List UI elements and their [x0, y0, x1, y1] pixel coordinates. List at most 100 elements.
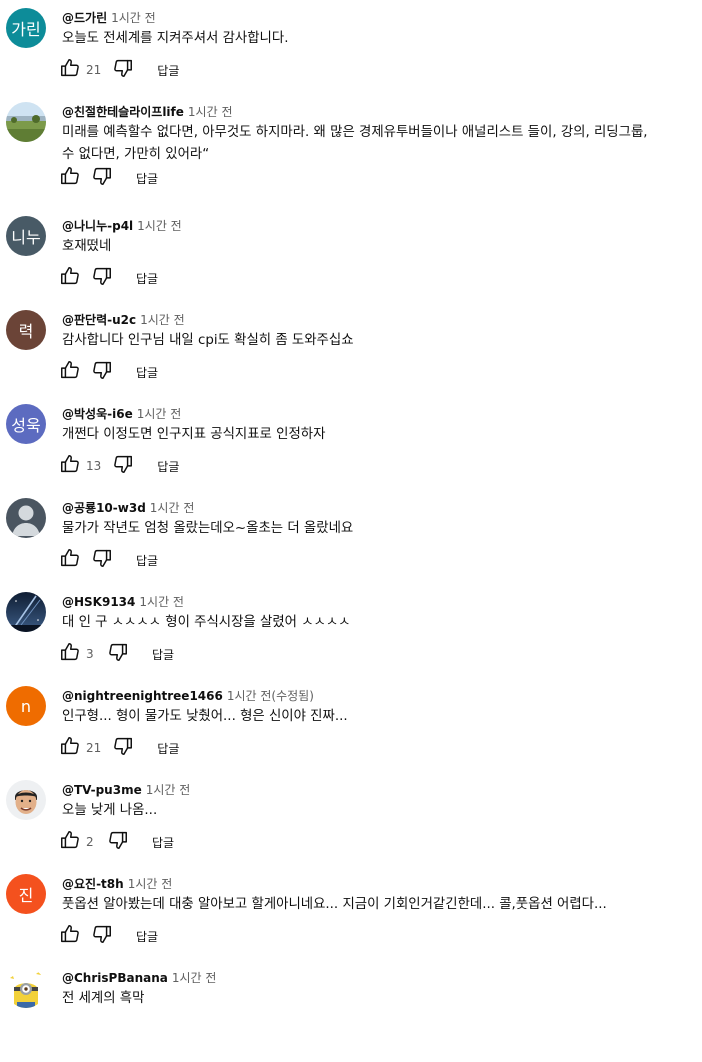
dislike-button[interactable] — [88, 264, 116, 292]
thumbs-up-icon — [59, 265, 81, 291]
comment-timestamp[interactable]: 1시간 전(수정됨) — [227, 689, 314, 703]
reply-button[interactable]: 답글 — [151, 454, 185, 479]
avatar-initials: 가린 — [11, 20, 41, 39]
author-name[interactable]: @요진-t8h — [62, 877, 124, 891]
like-button[interactable] — [56, 922, 84, 950]
dislike-button[interactable] — [109, 452, 137, 480]
avatar[interactable] — [6, 102, 46, 142]
comment-actions: 2 답글 — [56, 828, 180, 856]
like-button[interactable] — [56, 734, 84, 762]
avatar[interactable]: 진 — [6, 874, 46, 914]
thumbs-down-icon — [112, 453, 134, 479]
comment-item: @공룡10-w3d 1시간 전 물가가 작년도 엄청 올랐는데오~올초는 더 올랐네… — [0, 498, 702, 592]
author-name[interactable]: @ChrisPBanana — [62, 971, 168, 985]
avatar-image — [6, 498, 46, 538]
comment-text: 미래를 예측할수 없다면, 아무것도 하지마라. 왜 많은 경제유투버들이나 애… — [62, 125, 648, 162]
avatar[interactable] — [6, 498, 46, 538]
dislike-button[interactable] — [104, 828, 132, 856]
dislike-button[interactable] — [88, 922, 116, 950]
thumbs-down-icon — [112, 57, 134, 83]
reply-button[interactable]: 답글 — [130, 548, 164, 573]
comment-item: 가린 @드가린 1시간 전오늘도 전세계를 지켜주셔서 감사합니다. 21 답글 — [0, 8, 702, 102]
comment-timestamp[interactable]: 1시간 전 — [188, 105, 233, 119]
comment-item: @친절한테슬라이프life 1시간 전미래를 예측할수 없다면, 아무것도 하지마… — [0, 102, 702, 196]
comment-timestamp[interactable]: 1시간 전 — [128, 877, 173, 891]
like-button[interactable] — [56, 828, 84, 856]
comment-actions: 13 답글 — [56, 452, 185, 480]
reply-button[interactable]: 답글 — [151, 58, 185, 83]
avatar[interactable] — [6, 968, 46, 1008]
avatar[interactable]: 력 — [6, 310, 46, 350]
thumbs-down-icon — [107, 829, 129, 855]
comment-timestamp[interactable]: 1시간 전 — [150, 501, 195, 515]
comment-timestamp[interactable]: 1시간 전 — [172, 971, 217, 985]
comment-header: @판단력-u2c 1시간 전 — [62, 310, 185, 328]
avatar-image — [6, 780, 46, 820]
thumbs-up-icon — [59, 829, 81, 855]
reply-button[interactable]: 답글 — [130, 166, 164, 191]
author-name[interactable]: @나니누-p4l — [62, 219, 133, 233]
thumbs-down-icon — [112, 735, 134, 761]
comment-timestamp[interactable]: 1시간 전 — [137, 219, 182, 233]
thumbs-down-icon — [91, 165, 113, 191]
comment-header: @공룡10-w3d 1시간 전 — [62, 498, 194, 516]
comment-header: @친절한테슬라이프life 1시간 전 — [62, 102, 233, 120]
reply-button[interactable]: 답글 — [146, 642, 180, 667]
avatar[interactable]: 성욱 — [6, 404, 46, 444]
comment-timestamp[interactable]: 1시간 전 — [111, 11, 156, 25]
author-name[interactable]: @공룡10-w3d — [62, 501, 146, 515]
like-button[interactable] — [56, 358, 84, 386]
comment-actions: 답글 — [56, 164, 164, 192]
comment-timestamp[interactable]: 1시간 전 — [140, 313, 185, 327]
reply-button[interactable]: 답글 — [130, 924, 164, 949]
comment-header: @ChrisPBanana 1시간 전 — [62, 968, 216, 986]
comment-actions: 답글 — [56, 546, 164, 574]
comment-header: @드가린 1시간 전 — [62, 8, 156, 26]
like-button[interactable] — [56, 56, 84, 84]
comment-item: 진 @요진-t8h 1시간 전 풋옵션 알아봤는데 대충 알아보고 할게아니네요...… — [0, 874, 702, 968]
thumbs-up-icon — [59, 641, 81, 667]
author-name[interactable]: @드가린 — [62, 11, 107, 25]
dislike-button[interactable] — [88, 358, 116, 386]
comment-header: @nightreenightree1466 1시간 전(수정됨) — [62, 686, 314, 704]
comment-actions: 답글 — [56, 922, 164, 950]
author-name[interactable]: @친절한테슬라이프life — [62, 105, 184, 119]
comment-actions: 답글 — [56, 358, 164, 386]
author-name[interactable]: @박성욱-i6e — [62, 407, 133, 421]
comment-actions: 21 답글 — [56, 734, 185, 762]
avatar[interactable]: n — [6, 686, 46, 726]
reply-button[interactable]: 답글 — [151, 736, 185, 761]
avatar-image — [6, 102, 46, 142]
author-name[interactable]: @TV-pu3me — [62, 783, 142, 797]
like-count: 21 — [86, 63, 102, 77]
comment-timestamp[interactable]: 1시간 전 — [137, 407, 182, 421]
comment-timestamp[interactable]: 1시간 전 — [139, 595, 184, 609]
comment-text: 오늘도 전세계를 지켜주셔서 감사합니다. — [62, 31, 289, 46]
avatar-image — [6, 592, 46, 632]
reply-button[interactable]: 답글 — [130, 266, 164, 291]
like-button[interactable] — [56, 546, 84, 574]
dislike-button[interactable] — [109, 734, 137, 762]
avatar-initials: 니누 — [11, 228, 41, 247]
author-name[interactable]: @판단력-u2c — [62, 313, 136, 327]
reply-button[interactable]: 답글 — [146, 830, 180, 855]
author-name[interactable]: @HSK9134 — [62, 595, 135, 609]
avatar[interactable] — [6, 780, 46, 820]
like-button[interactable] — [56, 164, 84, 192]
thumbs-down-icon — [107, 641, 129, 667]
author-name[interactable]: @nightreenightree1466 — [62, 689, 223, 703]
dislike-button[interactable] — [88, 546, 116, 574]
like-button[interactable] — [56, 640, 84, 668]
avatar[interactable] — [6, 592, 46, 632]
like-button[interactable] — [56, 264, 84, 292]
avatar[interactable]: 가린 — [6, 8, 46, 48]
comment-item: 성욱 @박성욱-i6e 1시간 전 개쩐다 이정도면 인구지표 공식지표로 인정하자 1… — [0, 404, 702, 498]
like-button[interactable] — [56, 452, 84, 480]
avatar-initials: 력 — [18, 322, 34, 341]
dislike-button[interactable] — [109, 56, 137, 84]
dislike-button[interactable] — [88, 164, 116, 192]
avatar[interactable]: 니누 — [6, 216, 46, 256]
comment-timestamp[interactable]: 1시간 전 — [146, 783, 191, 797]
reply-button[interactable]: 답글 — [130, 360, 164, 385]
dislike-button[interactable] — [104, 640, 132, 668]
